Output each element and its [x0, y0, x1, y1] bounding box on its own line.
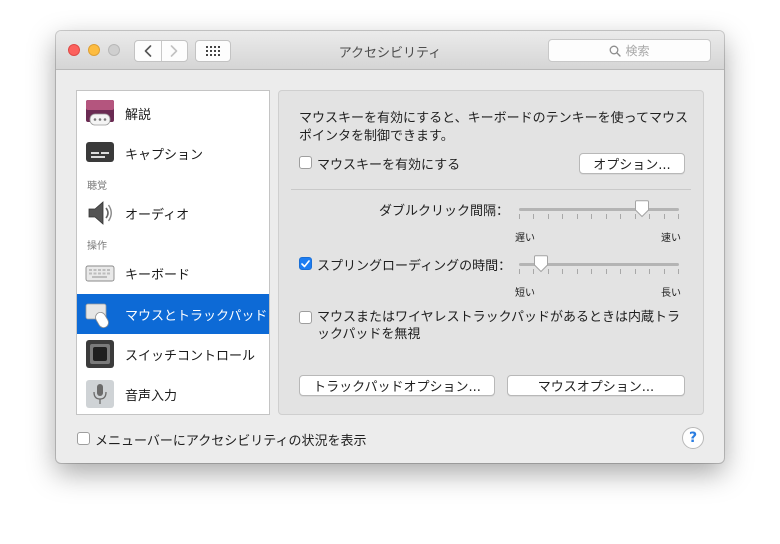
mouse-keys-row: マウスキーを有効にする	[299, 154, 460, 173]
keyboard-icon	[85, 265, 115, 282]
section-header-interaction: 操作	[87, 241, 107, 252]
trackpad-options-button[interactable]: トラックパッドオプション...	[299, 375, 495, 396]
title-bar: アクセシビリティ 検索	[56, 31, 724, 70]
search-icon	[610, 45, 622, 57]
sidebar-item-label: キーボード	[125, 267, 191, 283]
spring-loading-delay-slider[interactable]	[519, 254, 679, 282]
show-status-row: メニューバーにアクセシビリティの状況を表示	[77, 430, 366, 449]
search-placeholder: 検索	[625, 44, 650, 58]
slider-tick	[678, 214, 679, 219]
speaker-icon	[88, 201, 112, 225]
ignore-trackpad-row: マウスまたはワイヤレストラックパッドがあるときは内蔵トラックパッドを無視	[299, 309, 689, 343]
slider-tick	[664, 269, 665, 274]
sidebar-item-descriptions[interactable]: 解説	[77, 93, 269, 133]
sidebar-item-label: スイッチコントロール	[125, 348, 256, 364]
slider-tick	[606, 214, 607, 219]
slider-tick	[664, 214, 665, 219]
slider-tick	[562, 269, 563, 274]
sidebar-item-mouse-trackpad[interactable]: マウスとトラックパッド	[77, 294, 269, 334]
sidebar-item-label: オーディオ	[125, 207, 190, 223]
slider-tick	[591, 214, 592, 219]
spring-loading-long-label: 長い	[661, 288, 681, 299]
sidebar-item-captions[interactable]: キャプション	[77, 133, 269, 173]
sidebar-item-switch-control[interactable]: スイッチコントロール	[77, 334, 269, 374]
preferences-window: アクセシビリティ 検索 解説 キャプション 聴覚 オーディオ 操作 キーボード …	[56, 31, 724, 463]
double-click-speed-slider[interactable]	[519, 199, 679, 227]
mouse-keys-description: マウスキーを有効にすると、キーボードのテンキーを使ってマウスポインタを制御できま…	[299, 111, 688, 144]
ignore-trackpad-label: マウスまたはワイヤレストラックパッドがあるときは内蔵トラックパッドを無視	[317, 310, 680, 342]
spring-loading-checkbox[interactable]	[299, 257, 312, 270]
help-button[interactable]: ?	[682, 427, 704, 449]
slider-tick	[562, 214, 563, 219]
microphone-icon	[86, 380, 114, 408]
slider-tick	[620, 269, 621, 274]
spring-loading-row: スプリングローディングの時間：	[299, 255, 511, 274]
slider-tick	[620, 214, 621, 219]
switch-control-icon	[86, 340, 114, 368]
slider-tick	[606, 269, 607, 274]
panel-divider	[291, 189, 691, 190]
spring-loading-label: スプリングローディングの時間：	[317, 259, 512, 274]
descriptions-icon	[86, 100, 114, 126]
sidebar-item-label: 音声入力	[125, 388, 178, 404]
mouse-trackpad-icon	[85, 303, 109, 328]
slider-tick	[635, 269, 636, 274]
mouse-keys-label: マウスキーを有効にする	[317, 158, 461, 173]
slider-tick	[519, 269, 520, 274]
slider-thumb[interactable]	[533, 255, 549, 273]
sidebar-item-audio[interactable]: オーディオ	[77, 193, 269, 233]
slider-tick	[548, 214, 549, 219]
captions-icon	[86, 142, 114, 162]
sidebar-item-label: 解説	[125, 107, 152, 123]
checkmark-icon	[301, 259, 310, 267]
slider-tick	[678, 269, 679, 274]
slider-tick	[577, 269, 578, 274]
slider-thumb[interactable]	[634, 200, 650, 218]
show-status-label: メニューバーにアクセシビリティの状況を表示	[95, 434, 367, 449]
sidebar-item-label: キャプション	[125, 147, 204, 163]
slider-tick	[591, 269, 592, 274]
options-button[interactable]: オプション...	[579, 153, 685, 174]
sidebar-item-keyboard[interactable]: キーボード	[77, 253, 269, 293]
slider-tick	[519, 214, 520, 219]
mouse-options-button[interactable]: マウスオプション...	[507, 375, 685, 396]
slider-tick	[577, 214, 578, 219]
show-status-checkbox[interactable]	[77, 432, 90, 445]
double-click-fast-label: 速い	[661, 233, 681, 244]
sidebar-item-label: マウスとトラックパッド	[125, 308, 268, 324]
mouse-keys-checkbox[interactable]	[299, 156, 312, 169]
double-click-slow-label: 遅い	[515, 233, 535, 244]
search-field[interactable]: 検索	[548, 39, 711, 62]
sidebar-item-dictation[interactable]: 音声入力	[77, 374, 269, 414]
slider-tick	[649, 269, 650, 274]
double-click-speed-label: ダブルクリック間隔：	[378, 204, 509, 219]
category-sidebar: 解説 キャプション 聴覚 オーディオ 操作 キーボード マウスとトラックパッド …	[76, 90, 270, 415]
slider-track	[519, 208, 679, 211]
spring-loading-short-label: 短い	[515, 288, 535, 299]
mouse-trackpad-panel: マウスキーを有効にすると、キーボードのテンキーを使ってマウスポインタを制御できま…	[278, 90, 704, 415]
section-header-hearing: 聴覚	[87, 181, 107, 192]
ignore-trackpad-checkbox[interactable]	[299, 311, 312, 324]
slider-tick	[533, 214, 534, 219]
